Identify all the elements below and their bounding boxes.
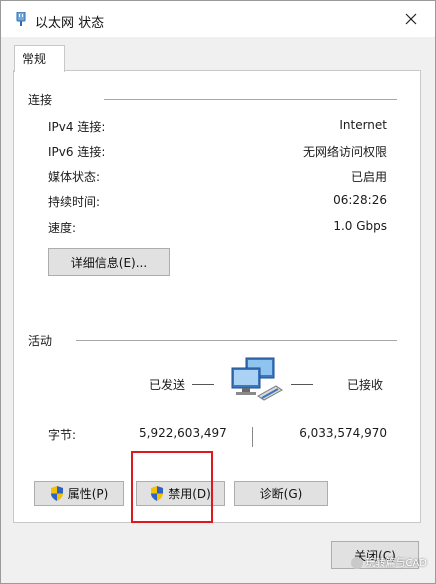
activity-section-title: 活动 — [28, 334, 53, 348]
bytes-received-value: 6,033,574,970 — [299, 426, 387, 440]
media-state-label: 媒体状态: — [48, 170, 101, 184]
title-bar: 以太网 状态 — [1, 1, 435, 37]
activity-divider — [76, 340, 397, 341]
bytes-label: 字节: — [48, 428, 77, 442]
connection-section-title: 连接 — [28, 93, 53, 107]
watermark: 玩转篇与CAD — [351, 554, 427, 569]
speed-label: 速度: — [48, 221, 77, 235]
diagnose-button-label: 诊断(G) — [259, 487, 303, 501]
connection-divider — [104, 99, 397, 100]
details-button-label: 详细信息(E)... — [70, 255, 148, 270]
bytes-sent-value: 5,922,603,497 — [139, 426, 227, 440]
ethernet-status-dialog: 以太网 状态 常规 连接 IPv4 连接: Internet IPv6 连接: … — [0, 0, 436, 584]
received-dash — [291, 384, 313, 385]
tab-general-label: 常规 — [22, 52, 47, 66]
duration-label: 持续时间: — [48, 195, 101, 209]
duration-value: 06:28:26 — [333, 193, 387, 207]
network-adapter-icon — [16, 12, 26, 26]
watermark-text: 玩转篇与CAD — [365, 558, 427, 569]
ipv6-value: 无网络访问权限 — [302, 145, 387, 159]
details-button[interactable]: 详细信息(E)... — [48, 248, 170, 276]
window-title: 以太网 状态 — [35, 16, 105, 31]
ipv4-value: Internet — [339, 118, 387, 132]
received-label: 已接收 — [347, 378, 384, 392]
media-state-value: 已启用 — [350, 170, 387, 184]
tab-general[interactable]: 常规 — [14, 45, 65, 72]
shield-icon — [50, 486, 63, 501]
general-panel: 连接 IPv4 连接: Internet IPv6 连接: 无网络访问权限 媒体… — [13, 70, 421, 523]
close-x-icon[interactable] — [401, 9, 421, 29]
properties-button-label: 属性(P) — [67, 487, 109, 501]
highlight-box — [131, 451, 213, 523]
network-computers-icon — [231, 357, 283, 401]
sent-dash — [192, 384, 214, 385]
speed-value: 1.0 Gbps — [333, 219, 387, 233]
bytes-separator — [252, 427, 253, 447]
properties-button[interactable]: 属性(P) — [34, 481, 124, 506]
ipv4-label: IPv4 连接: — [48, 120, 106, 134]
sent-label: 已发送 — [149, 378, 186, 392]
watermark-logo-icon — [351, 557, 364, 569]
ipv6-label: IPv6 连接: — [48, 145, 106, 159]
diagnose-button[interactable]: 诊断(G) — [234, 481, 328, 506]
